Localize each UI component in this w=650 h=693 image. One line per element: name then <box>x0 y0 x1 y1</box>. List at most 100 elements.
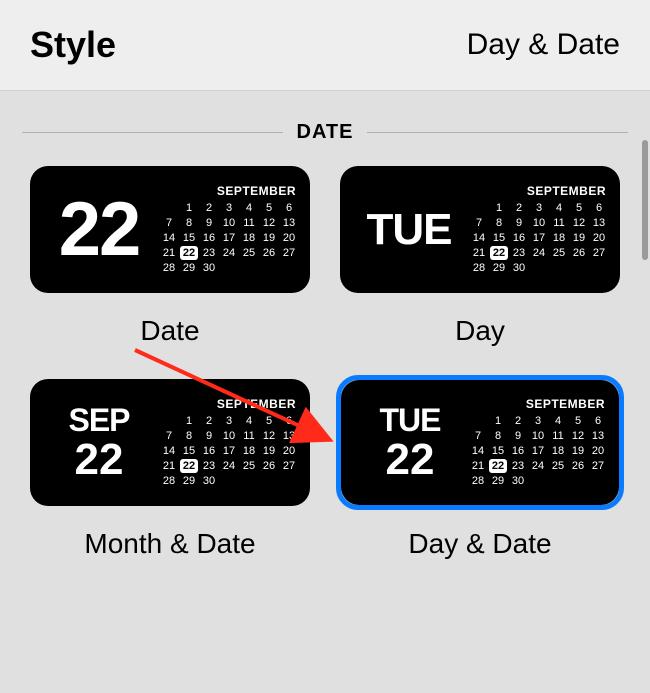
style-option-day[interactable]: TUESEPTEMBER1234567891011121314151617181… <box>332 162 628 347</box>
calendar-day: 13 <box>280 216 298 230</box>
calendar-day: 23 <box>510 246 528 260</box>
calendar-day: 26 <box>260 459 278 473</box>
header: Style Day & Date <box>0 0 650 91</box>
calendar-day: 25 <box>240 459 258 473</box>
calendar-day: 9 <box>509 429 527 443</box>
widget-day-label: TUE <box>354 208 464 252</box>
calendar-day: 6 <box>280 201 298 215</box>
calendar-day: 5 <box>260 414 278 428</box>
widget-stacked-label: TUE22 <box>355 404 465 482</box>
calendar-day: 26 <box>570 246 588 260</box>
calendar-day: 10 <box>529 429 547 443</box>
calendar-day: 11 <box>240 216 258 230</box>
calendar-day: 7 <box>469 429 487 443</box>
calendar-day: 12 <box>570 216 588 230</box>
calendar-day: 10 <box>220 216 238 230</box>
calendar-day: 24 <box>530 246 548 260</box>
calendar-day: 15 <box>180 444 198 458</box>
calendar-day: 2 <box>510 201 528 215</box>
calendar-day: 20 <box>590 231 608 245</box>
calendar-day: 4 <box>550 201 568 215</box>
calendar-day: 23 <box>200 246 218 260</box>
calendar-day: 7 <box>160 429 178 443</box>
calendar-day: 18 <box>240 231 258 245</box>
calendar-day: 17 <box>530 231 548 245</box>
widget-stacked-label: SEP22 <box>44 404 154 482</box>
calendar-day: 21 <box>470 246 488 260</box>
calendar-day: 2 <box>200 414 218 428</box>
calendar-day: 20 <box>280 444 298 458</box>
calendar-day: 14 <box>470 231 488 245</box>
style-option-month-date[interactable]: SEP22SEPTEMBER12345678910111213141516171… <box>22 375 318 560</box>
style-option-day-date[interactable]: TUE22SEPTEMBER12345678910111213141516171… <box>332 375 628 560</box>
page-title: Style <box>30 24 116 66</box>
calendar-day: 3 <box>530 201 548 215</box>
calendar-day: 12 <box>260 216 278 230</box>
calendar-day: 27 <box>280 246 298 260</box>
calendar-day: 3 <box>220 201 238 215</box>
calendar-day: 30 <box>200 474 218 488</box>
calendar-day: 17 <box>220 444 238 458</box>
calendar-day: 28 <box>160 261 178 275</box>
calendar-day: 8 <box>489 429 507 443</box>
calendar-day: 6 <box>280 414 298 428</box>
calendar-day: 9 <box>200 216 218 230</box>
calendar-day: 26 <box>569 459 587 473</box>
calendar-day: 29 <box>490 261 508 275</box>
calendar-day: 10 <box>220 429 238 443</box>
calendar-day: 13 <box>280 429 298 443</box>
calendar-day: 29 <box>180 261 198 275</box>
calendar-day: 25 <box>549 459 567 473</box>
calendar-day: 24 <box>220 459 238 473</box>
calendar-day-today: 22 <box>490 246 508 260</box>
calendar-day: 13 <box>589 429 607 443</box>
calendar-day: 17 <box>529 444 547 458</box>
calendar-day: 21 <box>160 246 178 260</box>
calendar-day: 8 <box>490 216 508 230</box>
calendar-day: 1 <box>489 414 507 428</box>
calendar-day: 16 <box>200 231 218 245</box>
calendar-day: 4 <box>549 414 567 428</box>
calendar-day: 18 <box>550 231 568 245</box>
calendar-day: 10 <box>530 216 548 230</box>
calendar-day: 7 <box>470 216 488 230</box>
calendar-day: 27 <box>590 246 608 260</box>
calendar-month-label: SEPTEMBER <box>217 397 298 411</box>
style-grid: 22SEPTEMBER12345678910111213141516171819… <box>0 162 650 560</box>
calendar-day: 6 <box>589 414 607 428</box>
calendar-grid: 1234567891011121314151617181920212223242… <box>469 414 607 488</box>
calendar-day: 14 <box>469 444 487 458</box>
scrollbar[interactable] <box>642 140 648 260</box>
calendar-day: 28 <box>469 474 487 488</box>
widget-preview: TUE22SEPTEMBER12345678910111213141516171… <box>336 375 624 510</box>
calendar-day: 25 <box>550 246 568 260</box>
option-label: Day <box>455 315 505 347</box>
calendar-day: 16 <box>509 444 527 458</box>
calendar-grid: 1234567891011121314151617181920212223242… <box>160 414 298 488</box>
calendar-day: 27 <box>589 459 607 473</box>
calendar-day: 11 <box>549 429 567 443</box>
calendar-day: 9 <box>200 429 218 443</box>
calendar-day: 11 <box>240 429 258 443</box>
calendar-day: 20 <box>589 444 607 458</box>
calendar-day: 29 <box>489 474 507 488</box>
option-label: Month & Date <box>84 528 255 560</box>
section-divider: DATE <box>22 121 628 144</box>
widget-preview: TUESEPTEMBER1234567891011121314151617181… <box>336 162 624 297</box>
calendar-day: 4 <box>240 414 258 428</box>
calendar-day: 23 <box>509 459 527 473</box>
style-option-date[interactable]: 22SEPTEMBER12345678910111213141516171819… <box>22 162 318 347</box>
calendar-day: 1 <box>180 201 198 215</box>
calendar-day: 30 <box>509 474 527 488</box>
calendar-day: 14 <box>160 231 178 245</box>
calendar-day: 12 <box>569 429 587 443</box>
calendar-day: 19 <box>569 444 587 458</box>
calendar-day: 11 <box>550 216 568 230</box>
calendar-day: 6 <box>590 201 608 215</box>
calendar-day: 5 <box>260 201 278 215</box>
calendar-day: 19 <box>260 444 278 458</box>
calendar-day: 24 <box>529 459 547 473</box>
calendar-day: 15 <box>489 444 507 458</box>
calendar-day: 5 <box>570 201 588 215</box>
calendar-day: 19 <box>260 231 278 245</box>
